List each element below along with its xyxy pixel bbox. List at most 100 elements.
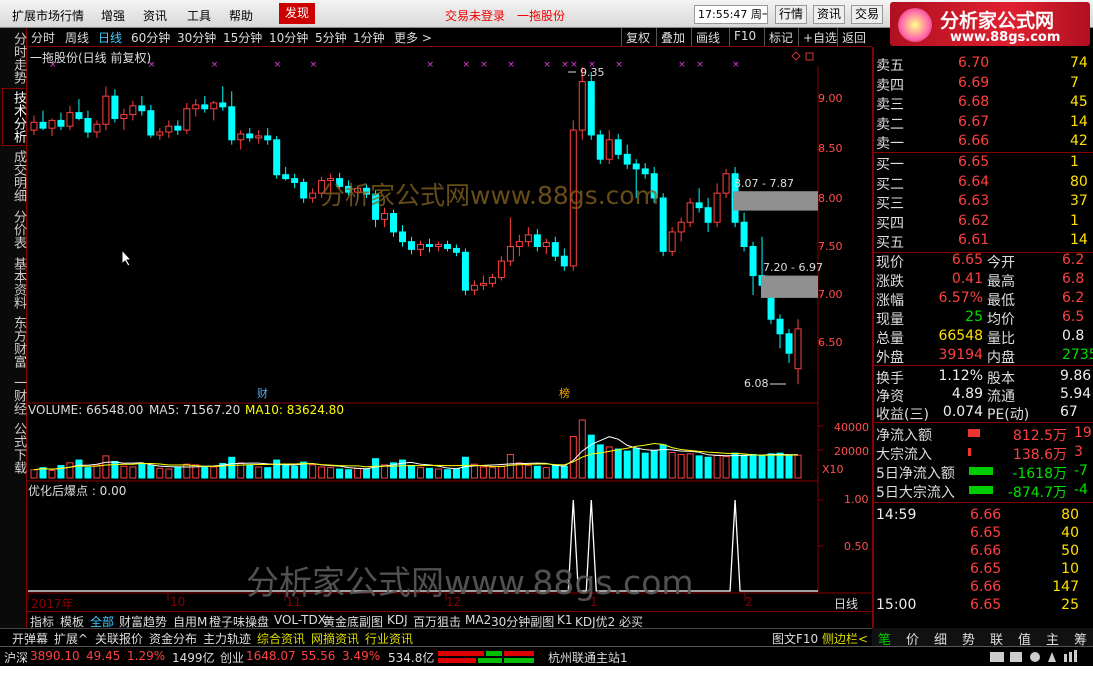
stat-value: 25 <box>965 309 983 325</box>
stat-value: 4.89 <box>951 386 983 402</box>
period-60min[interactable]: 60分钟 <box>131 29 170 46</box>
menu-item-market[interactable]: 扩展市场行情 <box>12 7 84 24</box>
period-15min[interactable]: 15分钟 <box>223 29 262 46</box>
volume-bar <box>210 466 218 479</box>
expand-button[interactable]: 扩展^ <box>54 630 88 647</box>
bid-row[interactable]: 买一 6.65 1 <box>874 153 1093 173</box>
tab-finance[interactable]: 一财经 <box>2 373 26 417</box>
ask-level-label: 卖四 <box>876 77 904 94</box>
tick-row[interactable]: 6.65 40 <box>874 524 1093 543</box>
bid-row[interactable]: 买二 6.64 80 <box>874 173 1093 193</box>
tab-k1[interactable]: K1 <box>557 613 573 627</box>
menu-item-tools[interactable]: 工具 <box>187 7 211 24</box>
period-week[interactable]: 周线 <box>65 29 89 46</box>
tick-row[interactable]: 6.66 50 <box>874 542 1093 561</box>
tab-formula-download[interactable]: 公式下载 <box>2 420 26 476</box>
adjust-button[interactable]: 复权 <box>621 28 654 46</box>
tab-kdj[interactable]: KDJ <box>387 613 408 627</box>
tick-price: 6.66 <box>970 579 1002 595</box>
period-10min[interactable]: 10分钟 <box>269 29 308 46</box>
candle-body <box>147 110 155 136</box>
flow-bar-icon <box>969 467 993 475</box>
menu-item-enhance[interactable]: 增强 <box>101 7 125 24</box>
main-track-button[interactable]: 主力轨迹 <box>203 630 251 647</box>
bid-row[interactable]: 买三 6.63 37 <box>874 192 1093 212</box>
period-1min[interactable]: 1分钟 <box>353 29 385 46</box>
tab-trade-detail[interactable]: 成交明细 <box>2 148 26 204</box>
candle-body <box>399 231 407 243</box>
candle-body <box>668 231 676 252</box>
tick-row[interactable]: 15:00 6.65 25 <box>874 596 1093 615</box>
candle-body <box>596 134 604 160</box>
tick-time: 15:00 <box>876 597 917 613</box>
discover-button[interactable]: 发现 <box>279 3 315 24</box>
period-5min[interactable]: 5分钟 <box>315 29 347 46</box>
tab-technical[interactable]: 技术分析 <box>2 88 26 146</box>
x-axis-label: 2 <box>745 595 753 609</box>
tab-ma2[interactable]: MA2 <box>465 613 491 627</box>
tab-eastmoney[interactable]: 东方财富 <box>2 314 26 370</box>
candle-body <box>632 163 640 170</box>
signal-marker: × <box>211 60 219 70</box>
barrage-button[interactable]: 开弹幕 <box>12 630 48 647</box>
sidebar-toggle-button[interactable]: 侧边栏< <box>822 630 868 647</box>
menu-item-help[interactable]: 帮助 <box>229 7 253 24</box>
candle-body <box>30 121 38 131</box>
ask-row[interactable]: 卖一 6.66 42 <box>874 132 1093 152</box>
draw-line-button[interactable]: 画线 <box>691 28 724 46</box>
candle-body <box>210 102 218 110</box>
kline-chart-svg[interactable]: × × × × × × × × × × × × × × × × × <box>28 48 872 613</box>
related-quotes-button[interactable]: 关联报价 <box>95 630 143 647</box>
divider <box>874 502 1093 503</box>
period-intraday[interactable]: 分时 <box>31 29 55 46</box>
candle-body <box>246 133 254 139</box>
volume-bar <box>165 468 173 479</box>
tick-row[interactable]: 6.66 147 <box>874 578 1093 597</box>
tab-vol-tdx[interactable]: VOL-TDX <box>274 613 326 627</box>
volume-bar <box>749 454 757 479</box>
stat-label: PE(动) <box>987 407 1030 423</box>
back-button[interactable]: 返回 <box>837 28 870 46</box>
ask-row[interactable]: 卖四 6.69 7 <box>874 74 1093 94</box>
period-30min[interactable]: 30分钟 <box>177 29 216 46</box>
fund-distribution-button[interactable]: 资金分布 <box>149 630 197 647</box>
server-name[interactable]: 杭州联通主站1 <box>548 649 628 666</box>
quote-button[interactable]: 行情 <box>775 5 808 24</box>
graphic-f10-button[interactable]: 图文F10 <box>772 630 818 647</box>
industry-news-button[interactable]: 行业资讯 <box>365 630 413 647</box>
f10-button[interactable]: F10 <box>729 28 760 46</box>
digest-news-button[interactable]: 网摘资讯 <box>311 630 359 647</box>
candle-body <box>129 105 137 116</box>
add-watchlist-button[interactable]: +自选 <box>798 28 841 46</box>
stats-row: 现价 6.65 今开 6.2 <box>874 251 1093 271</box>
tab-intraday[interactable]: 分时走势 <box>2 30 26 86</box>
bid-row[interactable]: 买四 6.62 1 <box>874 212 1093 232</box>
ask-row[interactable]: 卖五 6.70 74 <box>874 54 1093 74</box>
tick-row[interactable]: 14:59 6.66 80 <box>874 506 1093 525</box>
mark-button[interactable]: 标记 <box>764 28 797 46</box>
globe-icon <box>1030 652 1040 662</box>
trade-button[interactable]: 交易 <box>851 5 884 24</box>
kline-chart-area[interactable]: × × × × × × × × × × × × × × × × × 一拖股份(日线 前复权) 分析家公式网www… <box>28 48 872 626</box>
ask-row[interactable]: 卖三 6.68 45 <box>874 93 1093 113</box>
period-more[interactable]: 更多 > <box>394 29 432 46</box>
bid-row[interactable]: 买五 6.61 14 <box>874 231 1093 251</box>
overlay-button[interactable]: 叠加 <box>656 28 689 46</box>
news-button[interactable]: 资讯 <box>813 5 846 24</box>
ask-row[interactable]: 卖二 6.67 14 <box>874 113 1093 133</box>
finance-marker[interactable]: 财 <box>257 385 268 401</box>
menu-item-info[interactable]: 资讯 <box>143 7 167 24</box>
logo-flower-icon <box>898 8 932 42</box>
general-news-button[interactable]: 综合资讯 <box>257 630 305 647</box>
tick-row[interactable]: 6.65 10 <box>874 560 1093 579</box>
volume-bar <box>569 436 577 479</box>
billboard-marker[interactable]: 榜 <box>559 385 570 401</box>
flow-bar-icon <box>968 448 971 456</box>
price-tick-label: 9.00 <box>818 92 843 105</box>
candle-body <box>794 328 802 370</box>
tab-basic-info[interactable]: 基本资料 <box>2 255 26 311</box>
tab-price-table[interactable]: 分价表 <box>2 206 26 252</box>
trade-login-warning[interactable]: 交易未登录 <box>445 7 505 24</box>
volume-bar <box>479 466 487 479</box>
period-day[interactable]: 日线 <box>98 29 122 46</box>
